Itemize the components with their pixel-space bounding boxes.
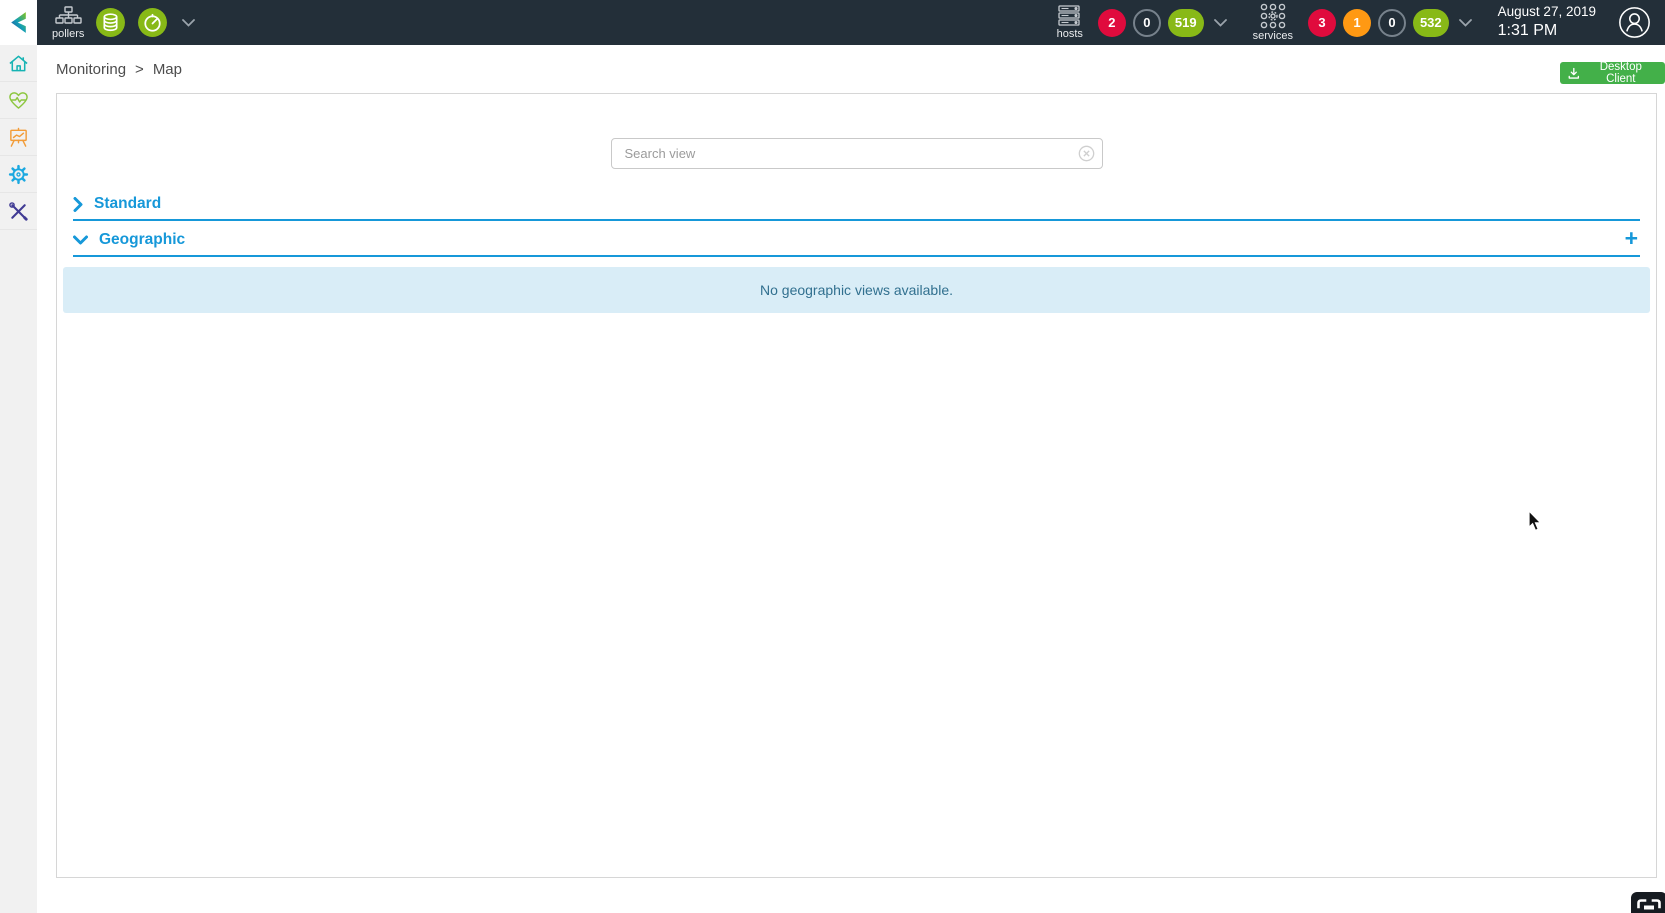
breadcrumb: Monitoring > Map xyxy=(56,61,182,78)
services-status-group: services 3 1 0 532 xyxy=(1253,3,1472,42)
services-dropdown-chevron-icon[interactable] xyxy=(1459,19,1472,27)
sidebar-item-reporting[interactable] xyxy=(0,119,37,156)
hosts-status-group: hosts 2 0 519 xyxy=(1057,5,1227,40)
no-geographic-views-alert: No geographic views available. xyxy=(63,267,1650,313)
screenshot-overlay-icon[interactable] xyxy=(1631,892,1665,913)
latency-gauge-status-icon[interactable] xyxy=(137,7,168,38)
database-status-icon[interactable] xyxy=(95,7,126,38)
breadcrumb-map[interactable]: Map xyxy=(153,61,182,78)
hosts-label: hosts xyxy=(1057,29,1083,40)
clock: August 27, 2019 1:31 PM xyxy=(1498,4,1596,41)
download-icon xyxy=(1568,67,1580,80)
page: pollers xyxy=(0,0,1665,913)
desktop-client-button[interactable]: Desktop Client xyxy=(1560,62,1665,84)
search-input[interactable] xyxy=(611,138,1103,169)
services-label: services xyxy=(1253,31,1293,42)
section-geographic-label: Geographic xyxy=(99,231,185,249)
add-geographic-view-button[interactable]: + xyxy=(1617,228,1640,252)
chart-easel-icon xyxy=(8,127,29,148)
current-date: August 27, 2019 xyxy=(1498,4,1596,21)
map-views-panel: Standard Geographic + No geographic view… xyxy=(56,93,1657,878)
sidebar-item-monitoring[interactable] xyxy=(0,82,37,119)
hosts-down-badge[interactable]: 2 xyxy=(1098,9,1126,37)
sidebar-item-administration[interactable] xyxy=(0,193,37,230)
hosts-up-badge[interactable]: 519 xyxy=(1168,9,1204,37)
heartbeat-icon xyxy=(8,90,29,110)
section-geographic[interactable]: Geographic + xyxy=(73,225,1640,257)
home-icon xyxy=(8,53,29,74)
pollers-label: pollers xyxy=(52,29,84,40)
section-standard-label: Standard xyxy=(94,195,161,213)
services-warning-badge[interactable]: 1 xyxy=(1343,9,1371,37)
hosts-icon xyxy=(1058,5,1082,27)
section-standard[interactable]: Standard xyxy=(73,189,1640,221)
poller-status-group: pollers xyxy=(52,6,195,40)
gear-icon xyxy=(8,164,29,185)
top-bar: pollers xyxy=(0,0,1665,45)
view-sections: Standard Geographic + xyxy=(73,189,1640,257)
tools-icon xyxy=(8,201,29,222)
chevron-right-icon xyxy=(73,197,83,212)
poller-dropdown-chevron-icon[interactable] xyxy=(182,19,195,27)
services-unknown-badge[interactable]: 0 xyxy=(1378,9,1406,37)
centreon-logo-icon xyxy=(6,10,31,35)
user-avatar-icon xyxy=(1618,6,1651,39)
hosts-unreachable-badge[interactable]: 0 xyxy=(1133,9,1161,37)
services-ok-badge[interactable]: 532 xyxy=(1413,9,1449,37)
current-time: 1:31 PM xyxy=(1498,21,1596,41)
pollers-icon xyxy=(55,6,82,27)
pollers-menu[interactable]: pollers xyxy=(52,6,84,40)
user-menu[interactable] xyxy=(1618,6,1651,39)
breadcrumb-monitoring[interactable]: Monitoring xyxy=(56,61,126,78)
services-icon xyxy=(1260,3,1286,29)
chevron-down-icon xyxy=(73,235,88,245)
alert-message: No geographic views available. xyxy=(760,282,953,298)
sidebar xyxy=(0,45,37,913)
services-menu[interactable]: services xyxy=(1253,3,1293,42)
search-box xyxy=(611,138,1103,169)
sidebar-item-configuration[interactable] xyxy=(0,156,37,193)
hosts-dropdown-chevron-icon[interactable] xyxy=(1214,19,1227,27)
clear-search-icon[interactable] xyxy=(1078,145,1095,167)
services-critical-badge[interactable]: 3 xyxy=(1308,9,1336,37)
breadcrumb-separator: > xyxy=(135,61,144,78)
hosts-menu[interactable]: hosts xyxy=(1057,5,1083,40)
centreon-logo[interactable] xyxy=(0,0,37,45)
desktop-client-label: Desktop Client xyxy=(1585,61,1657,85)
sidebar-item-home[interactable] xyxy=(0,45,37,82)
